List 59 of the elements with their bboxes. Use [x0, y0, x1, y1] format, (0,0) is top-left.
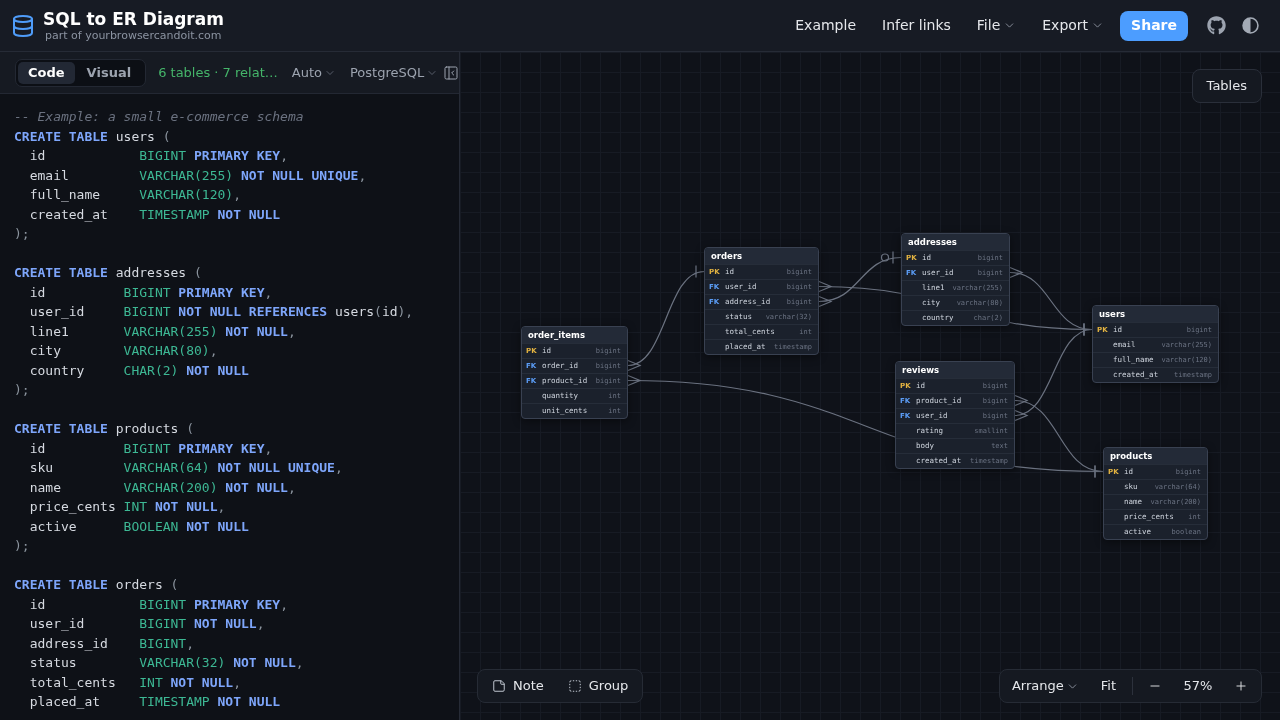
dropdown-button[interactable]: Arrange [1005, 673, 1085, 699]
fit-button[interactable]: Fit [1092, 673, 1124, 699]
table-name: users [1093, 306, 1218, 322]
code-line: CREATE TABLE addresses ( [14, 264, 202, 282]
code-line: CREATE TABLE orders ( [14, 576, 179, 594]
sticky-note-icon [492, 679, 506, 693]
dropdown-button[interactable]: PostgreSQL [345, 59, 443, 86]
code-line: -- Example: a small e-commerce schema [14, 108, 304, 126]
collapse-panel-button[interactable] [442, 63, 461, 82]
plus-icon [1234, 679, 1248, 693]
nav-button[interactable]: Infer links [870, 10, 963, 41]
database-icon [11, 13, 35, 38]
code-line: ); [14, 537, 30, 555]
code-line: total_cents INT NOT NULL, [28, 673, 241, 692]
contrast-icon [1242, 17, 1259, 34]
tables-button[interactable]: Tables [1191, 69, 1262, 103]
code-line: price_cents INT NOT NULL, [28, 498, 226, 516]
code-line: id BIGINT PRIMARY KEY, [28, 283, 273, 302]
schema-summary: 6 tables · 7 relat… [158, 63, 278, 82]
view-tab[interactable]: Code [18, 61, 75, 84]
view-tab[interactable]: Visual [74, 61, 144, 84]
nav-button[interactable]: Example [783, 10, 868, 41]
code-line: ); [14, 381, 30, 399]
dropdown-button[interactable]: Auto [287, 59, 340, 86]
app-subtitle: part of yourbrowsercandoit.com [45, 28, 222, 43]
github-icon [1207, 16, 1226, 35]
code-line: placed_at TIMESTAMP NOT NULL [28, 693, 281, 711]
code-line: status VARCHAR(32) NOT NULL, [28, 654, 304, 672]
code-line: full_name VARCHAR(120), [28, 186, 241, 204]
table-name: orders [705, 248, 818, 264]
dropdown-button[interactable]: Export [1030, 10, 1117, 41]
dashed-square-icon [567, 679, 582, 693]
code-line: user_id BIGINT NOT NULL, [28, 615, 265, 633]
code-line: ); [14, 225, 30, 243]
code-line: email VARCHAR(255) NOT NULL UNIQUE, [28, 166, 367, 185]
code-line: CREATE TABLE products ( [14, 420, 195, 438]
code-line: id BIGINT PRIMARY KEY, [28, 147, 288, 165]
table-name: reviews [896, 362, 1014, 378]
code-line: line1 VARCHAR(255) NOT NULL, [28, 322, 296, 341]
code-line: user_id BIGINT NOT NULL REFERENCES users(id), [28, 303, 414, 321]
table-name: addresses [902, 234, 1009, 250]
code-line: active BOOLEAN NOT NULL [28, 517, 249, 536]
code-line: id BIGINT PRIMARY KEY, [28, 439, 273, 458]
dropdown-button[interactable]: File [964, 10, 1029, 41]
zoom-level: 57% [1182, 677, 1214, 696]
code-line: CREATE TABLE users ( [14, 127, 171, 146]
code-line: address_id BIGINT, [28, 634, 195, 653]
app-title: SQL to ER Diagram [43, 8, 224, 29]
code-line: name VARCHAR(200) NOT NULL, [28, 478, 296, 497]
table-name: order_items [522, 327, 627, 343]
tool-button[interactable]: Group [559, 673, 637, 699]
code-line: sku VARCHAR(64) NOT NULL UNIQUE, [28, 459, 343, 477]
tool-button[interactable]: Note [484, 673, 552, 699]
table-name: products [1104, 448, 1207, 464]
code-line: id BIGINT PRIMARY KEY, [28, 595, 288, 614]
code-line: created_at TIMESTAMP NOT NULL [28, 205, 281, 224]
code-line: country CHAR(2) NOT NULL [28, 361, 249, 380]
code-line: city VARCHAR(80), [28, 342, 218, 360]
panel-collapse-icon [443, 64, 460, 81]
